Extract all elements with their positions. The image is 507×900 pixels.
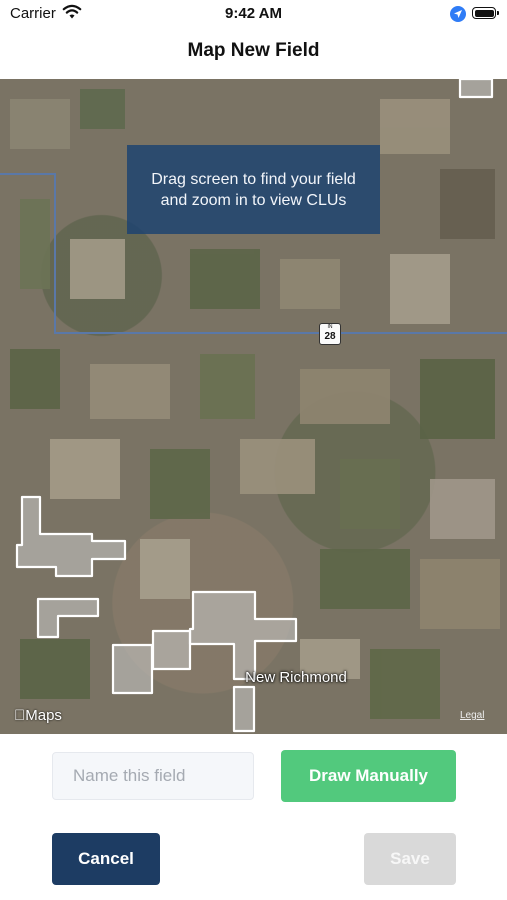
location-arrow-icon: [450, 6, 466, 22]
maps-attribution-text: Maps: [14, 707, 62, 724]
maps-attribution: Maps: [14, 707, 62, 724]
save-button[interactable]: Save: [364, 833, 456, 885]
status-bar: Carrier 9:42 AM: [0, 0, 507, 28]
draw-manually-button[interactable]: Draw Manually: [281, 750, 456, 802]
cancel-button[interactable]: Cancel: [52, 833, 160, 885]
map-instruction-banner: Drag screen to find your field and zoom …: [127, 145, 380, 234]
route-shield: IN 28: [319, 323, 341, 345]
legal-link[interactable]: Legal: [460, 710, 484, 721]
field-name-input[interactable]: [52, 752, 254, 800]
clock: 9:42 AM: [225, 5, 282, 22]
town-label: New Richmond: [245, 669, 347, 686]
page-title: Map New Field: [187, 40, 320, 61]
apple-icon: : [14, 707, 25, 724]
satellite-map[interactable]: Drag screen to find your field and zoom …: [0, 79, 507, 734]
route-shield-state: IN: [327, 324, 333, 330]
battery-icon: [472, 7, 499, 19]
route-shield-number: 28: [324, 331, 336, 342]
